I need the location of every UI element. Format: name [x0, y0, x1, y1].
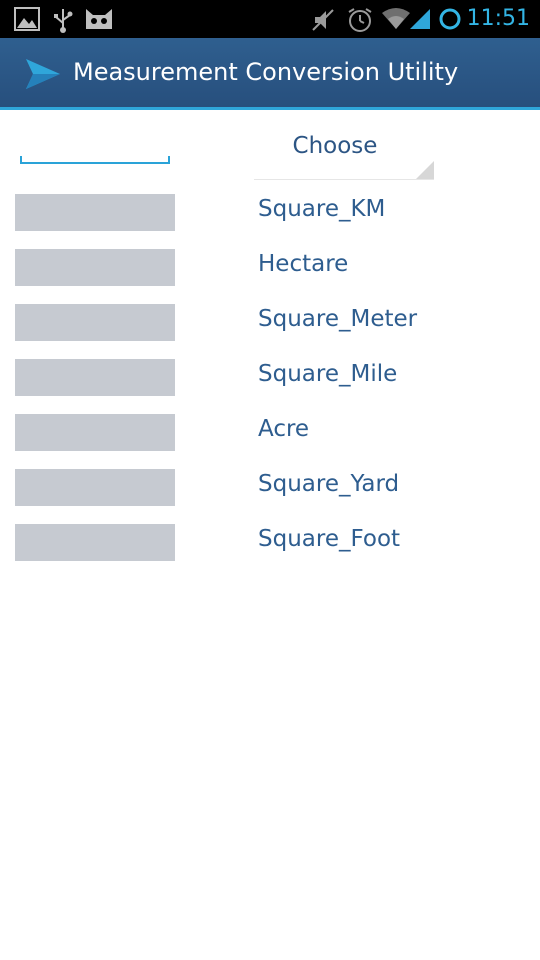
clock-text: 11:51 [466, 6, 530, 31]
unit-label-square-mile: Square_Mile [258, 361, 398, 387]
result-field-acre [15, 414, 175, 451]
cyanogen-mascot-icon [86, 9, 112, 29]
status-bar: 11:51 [0, 0, 540, 38]
send-arrow-icon [26, 59, 60, 89]
result-field-hectare [15, 249, 175, 286]
app-title: Measurement Conversion Utility [73, 58, 459, 86]
image-icon [14, 7, 40, 31]
result-field-square-foot [15, 524, 175, 561]
input-underline-right-tick [168, 156, 170, 164]
unit-spinner[interactable]: Choose [254, 124, 434, 180]
result-field-square-yard [15, 469, 175, 506]
input-underline-left-tick [20, 156, 22, 164]
spinner-dropdown-icon [416, 161, 434, 179]
unit-label-square-meter: Square_Meter [258, 306, 418, 332]
unit-label-acre: Acre [258, 416, 310, 442]
unit-label-square-foot: Square_Foot [258, 526, 401, 552]
signal-icon [410, 9, 430, 29]
result-field-square-km [15, 194, 175, 231]
unit-label-square-km: Square_KM [258, 196, 386, 222]
action-bar-divider [0, 107, 540, 110]
result-field-square-mile [15, 359, 175, 396]
action-bar: Measurement Conversion Utility [0, 38, 540, 107]
usb-icon [54, 9, 73, 33]
sync-ring-icon [439, 8, 461, 30]
spinner-label: Choose [292, 133, 378, 159]
mute-icon [312, 9, 334, 31]
result-field-square-meter [15, 304, 175, 341]
unit-label-square-yard: Square_Yard [258, 471, 400, 497]
value-input[interactable] [20, 128, 170, 164]
alarm-icon [348, 8, 372, 32]
unit-label-hectare: Hectare [258, 251, 349, 277]
